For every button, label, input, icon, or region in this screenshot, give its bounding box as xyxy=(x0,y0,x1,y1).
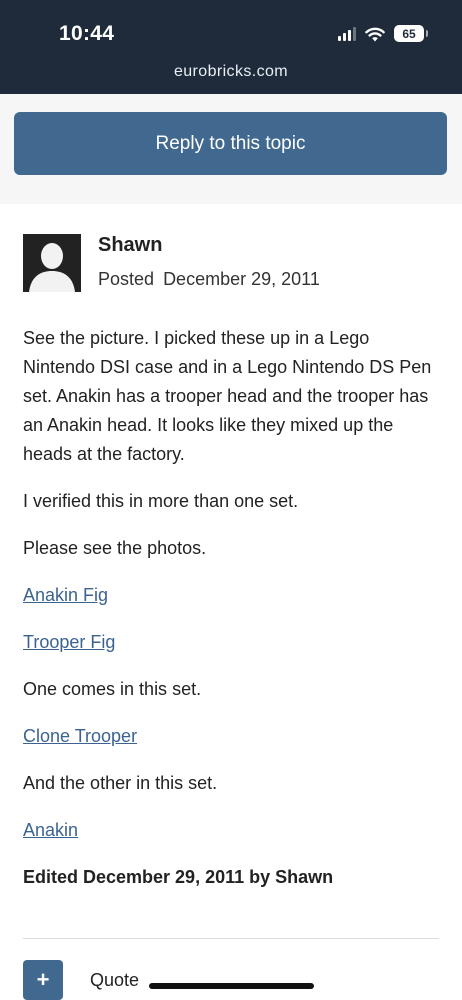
multiquote-plus-button[interactable]: + xyxy=(23,960,63,1000)
status-icons: 65 xyxy=(338,25,428,42)
home-indicator[interactable] xyxy=(149,983,314,989)
posted-label: Posted xyxy=(98,269,155,289)
wifi-icon xyxy=(365,27,385,41)
divider xyxy=(23,938,439,939)
url-bar[interactable]: eurobricks.com xyxy=(0,63,462,81)
avatar[interactable] xyxy=(23,234,81,292)
posted-date: Posted December 29, 2011 xyxy=(98,269,320,290)
status-bar: 10:44 65 eurobricks.com xyxy=(0,0,462,94)
post-paragraph: I verified this in more than one set. xyxy=(23,491,299,511)
author-name[interactable]: Shawn xyxy=(98,234,162,257)
reply-area: Reply to this topic xyxy=(0,94,462,204)
post-paragraph: See the picture. I picked these up in a … xyxy=(23,328,432,464)
post-paragraph: And the other in this set. xyxy=(23,773,218,793)
battery-icon: 65 xyxy=(394,25,428,42)
post: Shawn Posted December 29, 2011 See the p… xyxy=(0,204,462,1000)
post-paragraph: Please see the photos. xyxy=(23,538,207,558)
link-anakin-fig[interactable]: Anakin Fig xyxy=(23,585,108,605)
edited-notice: Edited December 29, 2011 by Shawn xyxy=(23,867,334,887)
reply-to-topic-button[interactable]: Reply to this topic xyxy=(14,112,447,175)
quote-button[interactable]: Quote xyxy=(90,970,139,991)
link-anakin[interactable]: Anakin xyxy=(23,820,78,840)
post-paragraph: One comes in this set. xyxy=(23,679,202,699)
posted-date-value: December 29, 2011 xyxy=(163,269,320,289)
status-time: 10:44 xyxy=(59,22,115,45)
link-trooper-fig[interactable]: Trooper Fig xyxy=(23,632,115,652)
user-silhouette-icon xyxy=(23,234,81,292)
post-content: See the picture. I picked these up in a … xyxy=(23,324,443,910)
link-clone-trooper[interactable]: Clone Trooper xyxy=(23,726,137,746)
signal-icon xyxy=(338,26,356,41)
